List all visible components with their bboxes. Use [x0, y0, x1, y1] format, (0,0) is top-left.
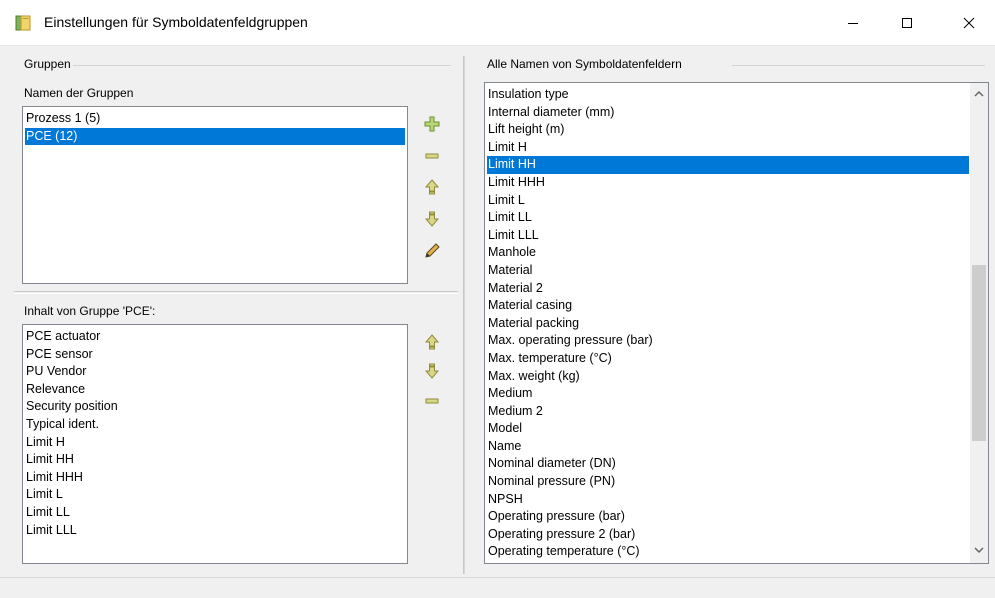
fields-groupbox-label: Alle Namen von Symboldatenfeldern: [485, 57, 684, 71]
title-bar[interactable]: Einstellungen für Symboldatenfeldgruppen: [0, 0, 995, 46]
field-list-item[interactable]: Operating pressure (bar): [487, 508, 969, 526]
group-box-line: [732, 65, 985, 66]
remove-group-button[interactable]: [422, 146, 442, 166]
status-bar: [0, 577, 995, 598]
content-list-item[interactable]: Relevance: [25, 381, 405, 399]
move-down-icon: [424, 363, 440, 379]
minimize-button[interactable]: [830, 0, 876, 46]
field-list-item[interactable]: Limit L: [487, 192, 969, 210]
content-list-item[interactable]: Limit HHH: [25, 469, 405, 487]
move-up-icon: [424, 334, 440, 350]
window-title: Einstellungen für Symboldatenfeldgruppen: [44, 14, 308, 30]
vertical-scrollbar[interactable]: [970, 83, 988, 563]
close-icon: [963, 17, 975, 29]
field-list-item[interactable]: Internal diameter (mm): [487, 104, 969, 122]
scroll-thumb[interactable]: [972, 265, 986, 441]
remove-icon: [425, 153, 439, 159]
field-list-item[interactable]: Limit HH: [487, 156, 969, 174]
scroll-up-button[interactable]: [970, 85, 987, 102]
field-list-item[interactable]: Model: [487, 420, 969, 438]
field-list-item[interactable]: Max. weight (kg): [487, 368, 969, 386]
content-list-item[interactable]: PCE sensor: [25, 346, 405, 364]
groups-listbox[interactable]: Prozess 1 (5) PCE (12): [22, 106, 408, 284]
groups-list-label: Namen der Gruppen: [22, 86, 136, 100]
field-list-item[interactable]: Operating pressure 2 (bar): [487, 526, 969, 544]
horizontal-splitter[interactable]: [14, 291, 458, 294]
chevron-down-icon: [974, 547, 983, 553]
content-list-item[interactable]: Limit LL: [25, 504, 405, 522]
rename-group-button[interactable]: [422, 241, 442, 261]
maximize-icon: [902, 18, 912, 28]
app-book-icon: [14, 14, 32, 32]
move-item-down-button[interactable]: [422, 361, 442, 381]
group-box-line: [58, 65, 451, 66]
add-icon: [424, 116, 440, 132]
field-list-item[interactable]: Material casing: [487, 297, 969, 315]
groups-groupbox-label: Gruppen: [22, 57, 73, 71]
field-list-item[interactable]: Max. operating pressure (bar): [487, 332, 969, 350]
field-list-item[interactable]: Material: [487, 262, 969, 280]
group-content-label: Inhalt von Gruppe 'PCE':: [22, 304, 158, 318]
field-list-item[interactable]: Medium 2: [487, 403, 969, 421]
remove-item-button[interactable]: [422, 391, 442, 411]
chevron-up-icon: [974, 90, 983, 96]
minimize-icon: [848, 23, 858, 24]
content-list-item[interactable]: PCE actuator: [25, 328, 405, 346]
scroll-down-button[interactable]: [970, 541, 987, 558]
field-list-item[interactable]: Limit H: [487, 139, 969, 157]
field-list-item[interactable]: Limit LL: [487, 209, 969, 227]
close-button[interactable]: [946, 0, 992, 46]
field-list-item[interactable]: NPSH: [487, 491, 969, 509]
move-up-icon: [424, 179, 440, 195]
move-group-up-button[interactable]: [422, 177, 442, 197]
content-list-item[interactable]: Typical ident.: [25, 416, 405, 434]
move-item-up-button[interactable]: [422, 332, 442, 352]
field-list-item[interactable]: Max. temperature (°C): [487, 350, 969, 368]
field-list-item[interactable]: Medium: [487, 385, 969, 403]
content-list-item[interactable]: Limit HH: [25, 451, 405, 469]
move-group-down-button[interactable]: [422, 209, 442, 229]
field-list-item[interactable]: Name: [487, 438, 969, 456]
group-list-item[interactable]: PCE (12): [25, 127, 405, 146]
content-list-item[interactable]: Limit L: [25, 486, 405, 504]
field-list-item[interactable]: Lift height (m): [487, 121, 969, 139]
move-down-icon: [424, 211, 440, 227]
field-list-item[interactable]: Limit HHH: [487, 174, 969, 192]
content-list-item[interactable]: Limit LLL: [25, 522, 405, 540]
field-list-item[interactable]: Manhole: [487, 244, 969, 262]
field-list-item[interactable]: Material 2: [487, 280, 969, 298]
field-list-item[interactable]: Limit LLL: [487, 227, 969, 245]
all-fields-listbox[interactable]: Insulation type Internal diameter (mm) Lif…: [484, 82, 989, 564]
group-list-item[interactable]: Prozess 1 (5): [25, 110, 405, 128]
field-list-item[interactable]: Nominal pressure (PN): [487, 473, 969, 491]
content-list-item[interactable]: Limit H: [25, 434, 405, 452]
maximize-button[interactable]: [884, 0, 930, 46]
field-list-item[interactable]: Operating temperature (°C): [487, 543, 969, 561]
group-content-listbox[interactable]: PCE actuator PCE sensor PU Vendor Relevance…: [22, 324, 408, 564]
field-list-item[interactable]: Material packing: [487, 315, 969, 333]
add-group-button[interactable]: [422, 114, 442, 134]
edit-icon: [425, 243, 440, 258]
content-list-item[interactable]: Security position: [25, 398, 405, 416]
field-list-item[interactable]: Insulation type: [487, 86, 969, 104]
vertical-splitter[interactable]: [463, 56, 465, 574]
content-list-item[interactable]: PU Vendor: [25, 363, 405, 381]
field-list-item[interactable]: Nominal diameter (DN): [487, 455, 969, 473]
remove-icon: [425, 398, 439, 404]
settings-dialog: Einstellungen für Symboldatenfeldgruppen…: [0, 0, 995, 598]
